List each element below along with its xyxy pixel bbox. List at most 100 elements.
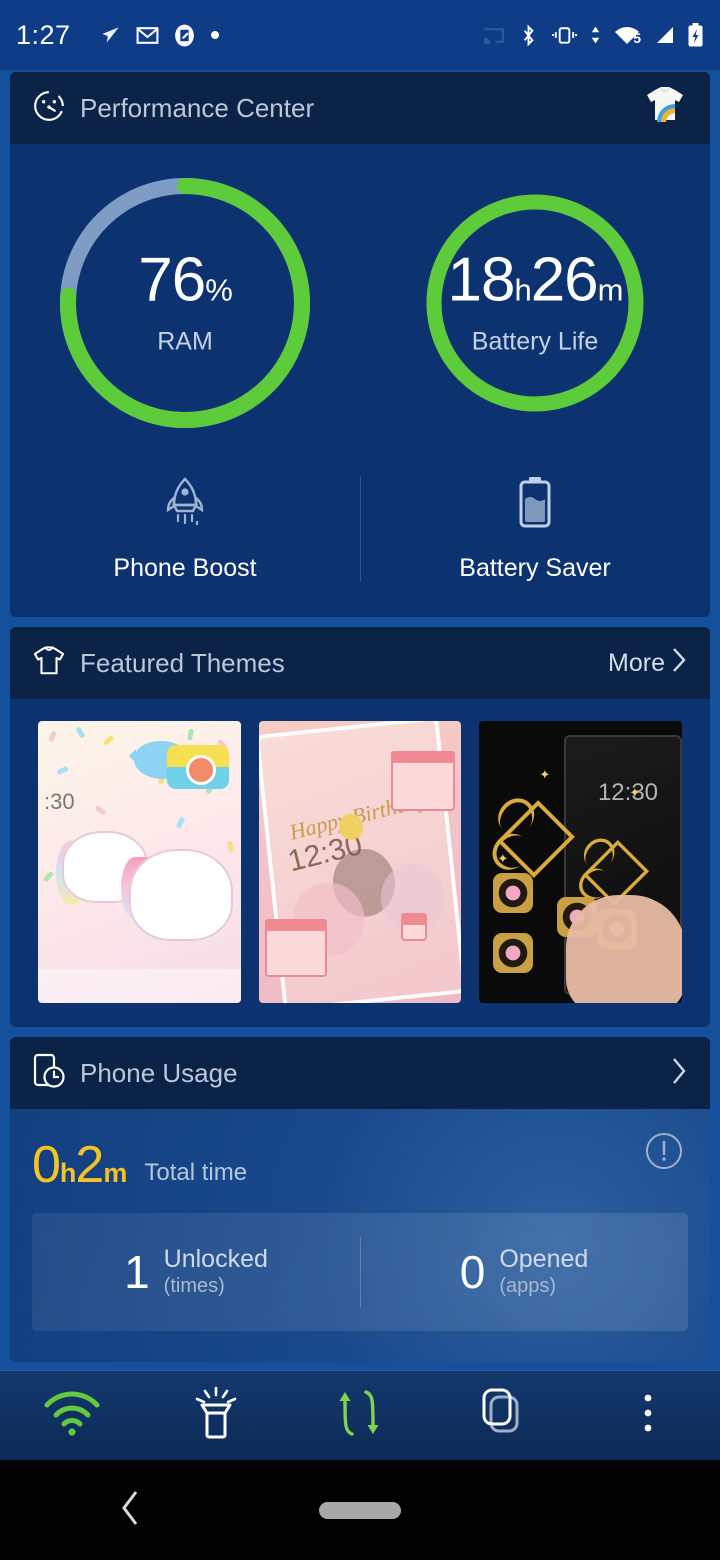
battery-saver-button[interactable]: Battery Saver [360,454,710,604]
cast-icon [481,23,506,48]
stat-opened: 0 Opened (apps) [360,1213,688,1331]
battery-hours-unit: h [514,272,531,308]
theme-app-icon-1 [493,873,534,913]
performance-center-header: Performance Center [10,72,710,144]
featured-themes-card: Featured Themes More:30 Happy Birthday … [10,627,710,1027]
tshirt-outline-icon [32,645,66,682]
home-pill[interactable] [319,1501,401,1519]
stats-divider [360,1237,361,1307]
themes-more-label: More [608,648,665,677]
theme-unicorn-time: :30 [44,789,75,814]
app-screen: 1:27 5 Performance Center 76% RAM 18h26m… [0,0,720,1560]
theme-item-gold-heart[interactable]: 12:30 ✦ ✦ ✦ [479,721,683,1003]
send-icon [97,22,123,48]
chevron-right-icon[interactable] [671,1056,688,1091]
ram-gauge[interactable]: 76% RAM [10,162,360,444]
phone-usage-body: 0h2m Total time 1 Unlocked (times) 0 Ope… [10,1109,710,1362]
bluetooth-icon [517,23,540,48]
info-icon[interactable] [644,1131,684,1176]
theme-list: :30 Happy Birthday 12:30 12:30 ✦ ✦ ✦ [10,699,710,1027]
signal-icon [652,23,676,47]
total-hours: 0 [32,1136,61,1194]
data-sync-icon [336,1387,384,1444]
phone-boost-label: Phone Boost [113,554,257,582]
clone-icon [477,1387,531,1444]
toolbar-overflow-button[interactable] [576,1392,720,1439]
screenshot-icon [172,23,197,48]
battery-minutes: 26 [530,245,599,315]
rocket-icon [160,475,210,536]
opened-sublabel: (apps) [499,1275,557,1298]
sparkle-3: ✦ [629,785,641,800]
performance-actions: Phone Boost Battery Saver [10,454,710,604]
opened-value: 0 [459,1246,486,1298]
sparkle-1: ✦ [539,767,551,782]
themes-more-link[interactable]: More [608,646,688,681]
vibrate-icon [551,23,578,47]
ram-label: RAM [157,327,213,356]
phone-usage-title: Phone Usage [80,1057,238,1088]
phone-usage-card: Phone Usage 0h2m Total time 1 Unlocked (… [10,1037,710,1362]
total-minutes-unit: m [103,1158,127,1188]
battery-life-label: Battery Life [471,327,599,356]
performance-rings: 76% RAM 18h26m Battery Life [10,144,710,444]
total-hours-unit: h [59,1158,76,1188]
gmail-icon [135,23,160,48]
battery-minutes-unit: m [597,272,624,308]
phone-clock-icon [32,1053,66,1094]
theme-item-unicorn[interactable]: :30 [38,721,241,1003]
sparkle-2: ✦ [497,851,509,866]
featured-themes-title: Featured Themes [80,647,285,678]
usage-stats: 1 Unlocked (times) 0 Opened (apps) [32,1213,688,1331]
unlocked-value: 1 [124,1246,150,1298]
battery-charging-icon [687,22,704,48]
toolbar-clone-button[interactable] [432,1387,576,1444]
back-chevron-icon[interactable] [118,1487,144,1534]
toolbar-data-sync-button[interactable] [288,1387,432,1444]
dot-icon [209,29,221,41]
wifi-icon: 5 [613,23,641,47]
ram-value: 76 [138,245,206,315]
wifi-badge: 5 [633,30,641,46]
wifi-icon [43,1389,101,1442]
performance-center-card: Performance Center 76% RAM 18h26m Batter… [10,72,710,617]
unicorn-right [128,849,233,941]
total-time-value: 0h2m [32,1136,127,1194]
unlocked-label: Unlocked [163,1244,268,1273]
page-title: Performance Center [80,92,315,123]
tshirt-icon[interactable] [642,84,688,133]
toolbar-wifi-button[interactable] [0,1389,144,1442]
bottom-toolbar [0,1370,720,1460]
battery-hours: 18 [447,245,515,315]
opened-labels: Opened (apps) [499,1245,588,1300]
speedometer-icon [32,89,66,128]
status-bar: 1:27 5 [0,0,720,70]
theme-item-happy-birthday[interactable]: Happy Birthday 12:30 [258,721,462,1003]
total-time-row: 0h2m Total time [32,1133,688,1191]
theme-app-icon-2 [493,933,534,973]
toolbar-flashlight-button[interactable] [144,1386,288,1445]
total-time-label: Total time [144,1159,248,1186]
battery-icon [515,475,555,536]
ram-unit: % [205,272,233,308]
theme-gold-time: 12:30 [597,779,659,806]
gift-box-bottom [264,919,327,977]
theme-unicorn-dock [38,969,241,1003]
featured-themes-header: Featured Themes More [10,627,710,699]
flashlight-icon [191,1386,241,1445]
phone-usage-header[interactable]: Phone Usage [10,1037,710,1109]
camera-icon [166,745,229,789]
phone-boost-button[interactable]: Phone Boost [10,454,360,604]
unlocked-sublabel: (times) [163,1275,225,1298]
opened-label: Opened [499,1244,589,1273]
status-bar-clock: 1:27 [16,19,71,50]
unlocked-labels: Unlocked (times) [164,1245,268,1300]
android-navigation-bar [0,1460,720,1560]
battery-life-gauge[interactable]: 18h26m Battery Life [360,162,710,444]
overflow-menu-icon [642,1392,654,1439]
status-bar-right: 5 [481,22,704,48]
ram-gauge-text: 76% RAM [10,249,360,357]
stat-unlocked: 1 Unlocked (times) [32,1213,360,1331]
chevron-right-icon [671,646,688,681]
battery-saver-label: Battery Saver [459,554,611,582]
